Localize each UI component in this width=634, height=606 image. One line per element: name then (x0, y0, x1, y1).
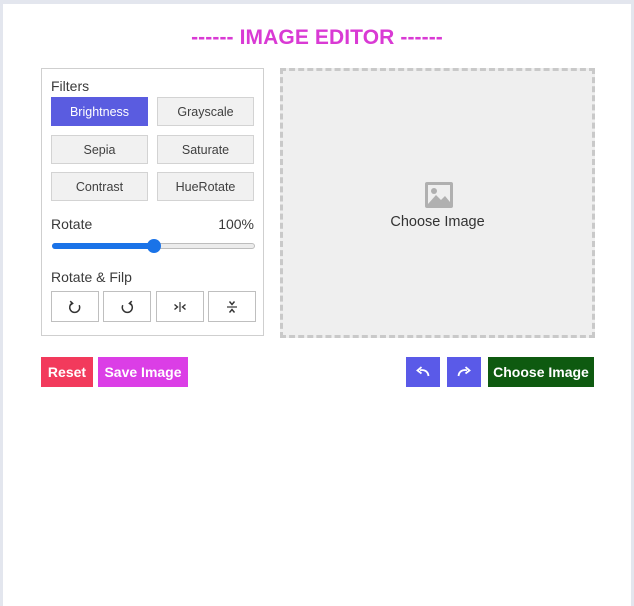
controls-panel: Filters Brightness Grayscale Sepia Satur… (41, 68, 264, 336)
slider-label: Rotate (51, 216, 93, 232)
slider-fill (52, 243, 154, 249)
filter-brightness-button[interactable]: Brightness (51, 97, 148, 126)
filter-grayscale-button[interactable]: Grayscale (157, 97, 254, 126)
rotate-right-icon (121, 300, 134, 313)
filters-heading: Filters (51, 78, 90, 94)
rotate-right-button[interactable] (103, 291, 151, 322)
filter-huerotate-button[interactable]: HueRotate (157, 172, 254, 201)
filter-saturate-button[interactable]: Saturate (157, 135, 254, 164)
redo-icon (457, 366, 471, 377)
rotate-left-icon (68, 300, 81, 313)
choose-image-button[interactable]: Choose Image (488, 357, 594, 387)
rotate-flip-heading: Rotate & Filp (51, 269, 132, 285)
flip-horizontal-button[interactable] (156, 291, 204, 322)
preview-placeholder-text: Choose Image (390, 214, 485, 230)
flip-vertical-button[interactable] (208, 291, 256, 322)
redo-button[interactable] (447, 357, 481, 387)
flip-vertical-icon (227, 300, 237, 313)
rotate-left-button[interactable] (51, 291, 99, 322)
slider-value: 100% (218, 216, 254, 232)
filter-sepia-button[interactable]: Sepia (51, 135, 148, 164)
page-title: ------ IMAGE EDITOR ------ (191, 26, 443, 49)
undo-icon (416, 366, 430, 377)
undo-button[interactable] (406, 357, 440, 387)
slider-thumb[interactable] (147, 239, 161, 253)
reset-button[interactable]: Reset (41, 357, 93, 387)
filter-contrast-button[interactable]: Contrast (51, 172, 148, 201)
image-preview[interactable]: Choose Image (280, 68, 595, 338)
save-image-button[interactable]: Save Image (98, 357, 188, 387)
flip-horizontal-icon (174, 301, 186, 312)
image-icon (425, 182, 453, 208)
